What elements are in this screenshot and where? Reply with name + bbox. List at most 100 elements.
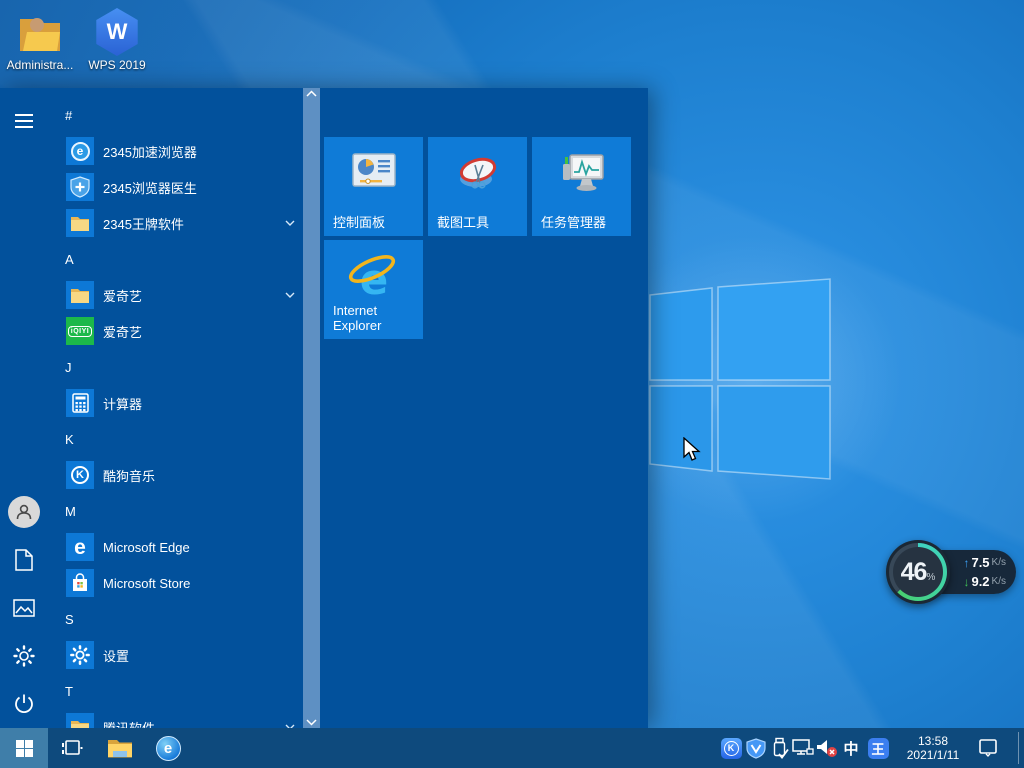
folder-icon: [66, 281, 94, 309]
file-explorer-icon: [107, 738, 133, 759]
chevron-down-icon[interactable]: [285, 292, 295, 298]
chevron-down-icon[interactable]: [285, 220, 295, 226]
scroll-up-icon[interactable]: [306, 90, 317, 97]
file-explorer-button[interactable]: [96, 728, 144, 768]
section-header-label: S: [65, 612, 74, 627]
app-list-item-2345-browser[interactable]: e 2345加速浏览器: [48, 133, 303, 169]
section-header[interactable]: K: [48, 421, 303, 457]
user-folder-icon: [15, 10, 65, 56]
volume-muted-button[interactable]: [815, 736, 839, 760]
documents-button[interactable]: [0, 536, 48, 584]
app-label: Microsoft Edge: [103, 540, 190, 555]
section-header[interactable]: M: [48, 493, 303, 529]
clock-time: 13:58: [898, 734, 968, 748]
app-list: # e 2345加速浏览器 2345浏览器医生 2345王牌软件: [48, 97, 303, 728]
desktop-icon-label: WPS 2019: [79, 59, 155, 72]
task-manager-icon: [532, 153, 631, 195]
app-list-scrollbar[interactable]: [303, 88, 320, 728]
usb-eject-icon: [771, 737, 789, 759]
control-panel-icon: [324, 153, 423, 187]
desktop-icon-wps[interactable]: W WPS 2019: [79, 8, 155, 72]
section-header-label: #: [65, 108, 72, 123]
upload-speed-row: ↑ 7.5 K/s: [957, 553, 1006, 572]
tile-label: 截图工具: [437, 215, 489, 230]
browser-2345-icon: e: [156, 736, 181, 761]
app-list-item-2345-suite[interactable]: 2345王牌软件: [48, 205, 303, 241]
section-header[interactable]: J: [48, 349, 303, 385]
app-list-item-settings[interactable]: 设置: [48, 637, 303, 673]
tile-control-panel[interactable]: 控制面板: [324, 137, 423, 236]
app-list-item-calculator[interactable]: 计算器: [48, 385, 303, 421]
tile-label: Internet Explorer: [333, 303, 415, 333]
shield-icon: [746, 738, 766, 759]
tile-snipping-tool[interactable]: 截图工具: [428, 137, 527, 236]
tile-label: 控制面板: [333, 215, 385, 230]
download-value: 9.2: [971, 574, 989, 589]
task-view-button[interactable]: [48, 728, 96, 768]
net-percent-circle[interactable]: 46 %: [886, 540, 950, 604]
section-header-label: J: [65, 360, 72, 375]
app-list-item-2345-doctor[interactable]: 2345浏览器医生: [48, 169, 303, 205]
security-shield-button[interactable]: [744, 736, 768, 760]
snipping-tool-icon: [428, 153, 527, 195]
settings-button[interactable]: [0, 632, 48, 680]
browser-2345-button[interactable]: e: [144, 728, 192, 768]
scroll-down-icon[interactable]: [306, 719, 317, 726]
action-center-button[interactable]: [976, 736, 1000, 760]
app-list-item-edge[interactable]: e Microsoft Edge: [48, 529, 303, 565]
volume-muted-icon: [815, 737, 839, 759]
app-label: 2345加速浏览器: [103, 142, 197, 161]
store-icon: [66, 569, 94, 597]
start-button[interactable]: [0, 728, 48, 768]
mouse-cursor: [683, 437, 702, 463]
percent-value: 46: [901, 558, 927, 587]
taskbar: e K: [0, 728, 1024, 768]
app-list-item-store[interactable]: Microsoft Store: [48, 565, 303, 601]
pictures-button[interactable]: [0, 584, 48, 632]
user-button[interactable]: [0, 488, 48, 536]
pictures-icon: [13, 599, 35, 617]
user-avatar-icon: [8, 496, 40, 528]
network-button[interactable]: [791, 736, 815, 760]
wangpai-tray-button[interactable]: 王: [866, 736, 890, 760]
up-arrow-icon: ↑: [963, 556, 969, 570]
usb-eject-button[interactable]: [768, 736, 792, 760]
section-header[interactable]: #: [48, 97, 303, 133]
clock[interactable]: 13:58 2021/1/11: [898, 734, 968, 762]
percent-sign: %: [926, 572, 935, 583]
section-header[interactable]: A: [48, 241, 303, 277]
app-list-item-iqiyi[interactable]: iQIYI 爱奇艺: [48, 313, 303, 349]
settings-gear-icon: [13, 645, 35, 667]
app-label: 2345王牌软件: [103, 214, 184, 233]
network-icon: [792, 738, 814, 758]
app-list-item-kugou[interactable]: K 酷狗音乐: [48, 457, 303, 493]
section-header-label: M: [65, 504, 76, 519]
power-icon: [13, 693, 35, 715]
desktop-icon-administrator[interactable]: Administra...: [2, 8, 78, 72]
kugou-icon: K: [721, 738, 742, 759]
app-label: 计算器: [103, 394, 142, 413]
ime-indicator[interactable]: 中: [839, 736, 863, 760]
kugou-tray-button[interactable]: K: [719, 736, 743, 760]
kugou-icon: K: [66, 461, 94, 489]
settings-gear-icon: [66, 641, 94, 669]
hamburger-button[interactable]: [0, 97, 48, 145]
show-desktop-button[interactable]: [1018, 732, 1019, 764]
action-center-icon: [977, 737, 999, 759]
section-header[interactable]: T: [48, 673, 303, 709]
section-header-label: T: [65, 684, 73, 699]
section-header[interactable]: S: [48, 601, 303, 637]
app-list-item-tencent[interactable]: 腾讯软件: [48, 709, 303, 728]
app-label: 爱奇艺: [103, 286, 142, 305]
start-menu: # e 2345加速浏览器 2345浏览器医生 2345王牌软件: [0, 88, 648, 728]
power-button[interactable]: [0, 680, 48, 728]
app-label: Microsoft Store: [103, 576, 190, 591]
percent-readout: 46 %: [893, 547, 943, 597]
tile-internet-explorer[interactable]: e Internet Explorer: [324, 240, 423, 339]
app-list-item-iqiyi-folder[interactable]: 爱奇艺: [48, 277, 303, 313]
folder-icon: [66, 713, 94, 728]
app-label: 设置: [103, 646, 129, 665]
app-label: 酷狗音乐: [103, 466, 155, 485]
tile-task-manager[interactable]: 任务管理器: [532, 137, 631, 236]
download-unit: K/s: [992, 576, 1006, 587]
